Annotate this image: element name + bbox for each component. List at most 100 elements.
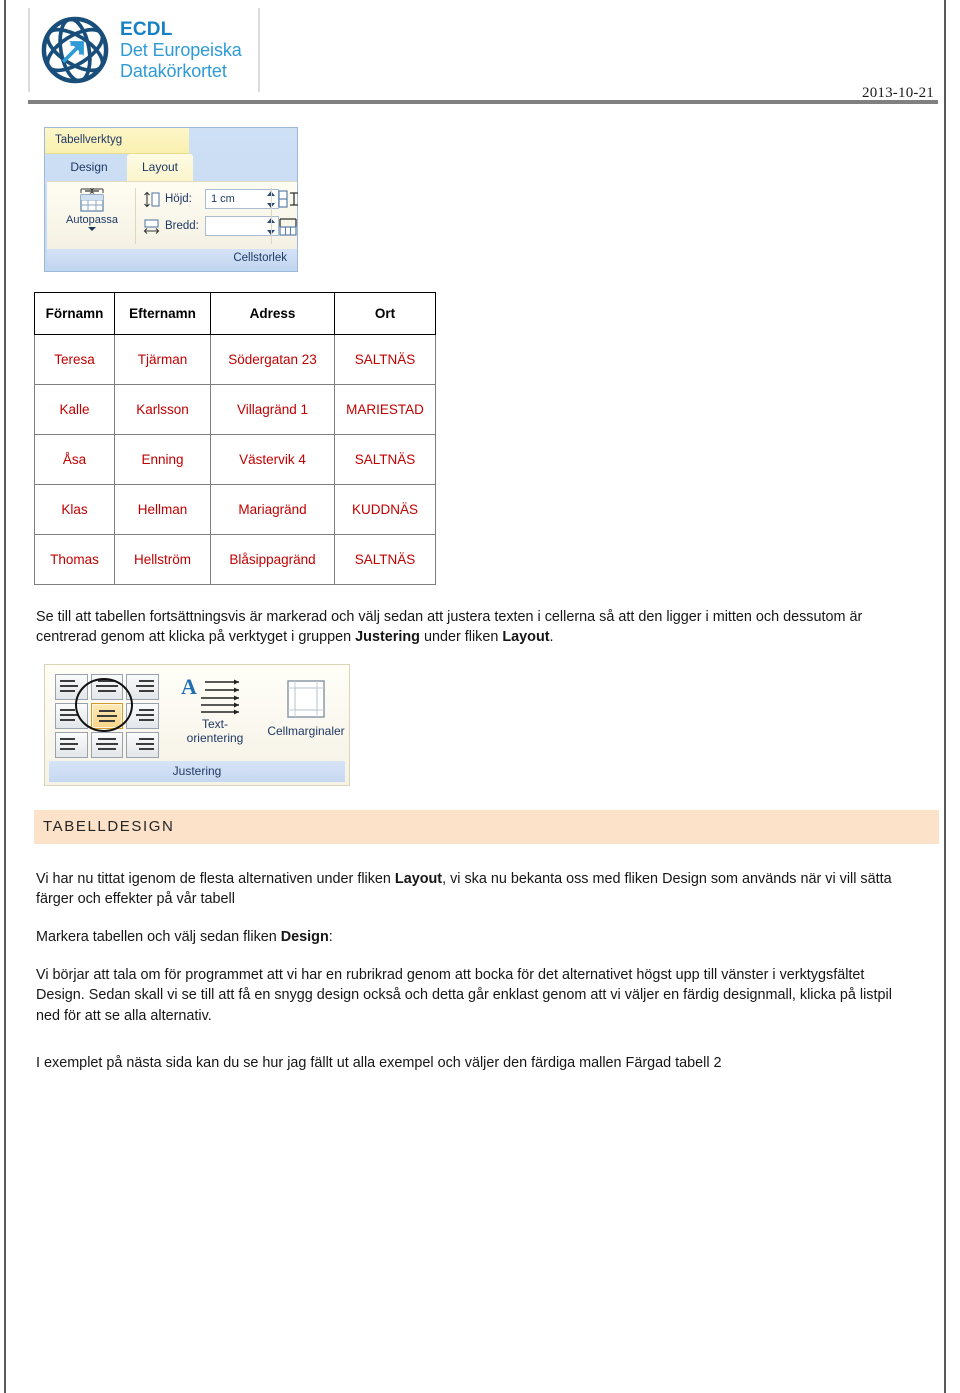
p2-part2: : (328, 929, 333, 945)
ecdl-logo: ECDL Det Europeiska Datakörkortet (28, 8, 260, 92)
autopassa-button[interactable]: Autopassa (53, 184, 131, 248)
address-table: Förnamn Efternamn Adress Ort Teresa Tjär… (34, 292, 436, 585)
p1-bold-layout: Layout (394, 871, 443, 887)
align-bottom-right-button[interactable] (126, 732, 159, 758)
section-heading-tabelldesign: TABELLDESIGN (34, 810, 939, 844)
cell-efternamn: Enning (114, 434, 211, 485)
cellstorlek-group-label: Cellstorlek (47, 249, 297, 269)
cell-fornamn: Åsa (34, 434, 115, 485)
logo-line-2: Det Europeiska (120, 40, 242, 61)
header-divider (28, 100, 938, 104)
width-label: Bredd: (165, 220, 199, 232)
ribbon-screenshot-justering: A Text- orientering Cellmarginaler Juste… (44, 664, 350, 786)
document-page: ECDL Det Europeiska Datakörkortet 2013-1… (6, 0, 944, 1393)
align-middle-center-button[interactable] (90, 703, 124, 729)
column-header-efternamn: Efternamn (114, 292, 211, 335)
cell-adress: Västervik 4 (210, 434, 335, 485)
svg-text:A: A (181, 674, 197, 699)
table-header-row: Förnamn Efternamn Adress Ort (34, 292, 436, 335)
cell-margins-icon (287, 680, 325, 718)
table-row: Klas Hellman Mariagränd KUDDNÄS (34, 484, 436, 535)
table-tools-context-label: Tabellverktyg (45, 128, 189, 154)
section-heading-text: TABELLDESIGN (43, 818, 175, 835)
para-bold-justering: Justering (355, 629, 420, 646)
tab-layout[interactable]: Layout (127, 154, 193, 181)
group-divider-2 (271, 188, 272, 244)
cell-fornamn: Kalle (34, 384, 115, 435)
cell-margins-label: Cellmarginaler (267, 724, 345, 738)
height-value: 1 cm (211, 193, 235, 205)
ribbon-tab-strip: Design Layout (45, 154, 299, 181)
cell-adress: Blåsippagränd (210, 534, 335, 585)
logo-line-1: ECDL (120, 18, 173, 40)
align-middle-left-button[interactable] (55, 703, 88, 729)
align-middle-right-button[interactable] (126, 703, 159, 729)
para-text-part3: . (549, 629, 554, 646)
autopassa-label: Autopassa (66, 214, 118, 226)
cell-ort: MARIESTAD (334, 384, 436, 435)
justering-group-body: A Text- orientering Cellmarginaler (49, 668, 345, 760)
cell-efternamn: Karlsson (114, 384, 211, 435)
cell-ort: SALTNÄS (334, 534, 436, 585)
text-direction-icon: A (181, 674, 239, 715)
width-field-row: Bredd: (143, 215, 279, 237)
align-top-left-button[interactable] (55, 674, 88, 700)
distribute-columns-icon[interactable] (277, 217, 299, 237)
autofit-table-icon (80, 188, 104, 212)
cell-efternamn: Hellman (114, 484, 211, 535)
align-top-center-button[interactable] (90, 674, 124, 700)
cell-ort: KUDDNÄS (334, 484, 436, 535)
paragraph-justering-instruction: Se till att tabellen fortsättningsvis är… (36, 607, 916, 648)
cell-adress: Mariagränd (210, 484, 335, 535)
paragraph-next-page-example: I exemplet på nästa sida kan du se hur j… (36, 1055, 722, 1071)
page-right-border (944, 0, 946, 1393)
height-spinner[interactable]: 1 cm (205, 189, 279, 209)
ribbon-screenshot-cellstorlek: Tabellverktyg Design Layout Autopassa Hö… (44, 127, 298, 272)
cell-efternamn: Tjärman (114, 334, 211, 385)
para-text-part2: under fliken (419, 629, 503, 646)
ecdl-globe-arrow-logo (41, 16, 109, 84)
p1-part1: Vi har nu tittat igenom de flesta altern… (36, 871, 395, 887)
text-orientation-button[interactable]: A Text- orientering (169, 672, 261, 760)
justering-group-label: Justering (49, 761, 345, 782)
cell-adress: Södergatan 23 (210, 334, 335, 385)
p2-part1: Markera tabellen och välj sedan fliken (36, 929, 281, 945)
group-divider-1 (135, 188, 136, 244)
cell-adress: Villagränd 1 (210, 384, 335, 435)
logo-wordmark: ECDL Det Europeiska Datakörkortet (120, 19, 242, 81)
table-row: Teresa Tjärman Södergatan 23 SALTNÄS (34, 334, 436, 385)
cell-ort: SALTNÄS (334, 434, 436, 485)
document-header: ECDL Det Europeiska Datakörkortet 2013-1… (28, 6, 940, 101)
height-label: Höjd: (165, 193, 192, 205)
column-header-fornamn: Förnamn (34, 292, 115, 335)
table-row: Thomas Hellström Blåsippagränd SALTNÄS (34, 534, 436, 585)
cell-margins-button[interactable]: Cellmarginaler (263, 672, 349, 760)
cell-fornamn: Klas (34, 484, 115, 535)
height-field-row: Höjd: 1 cm (143, 188, 279, 210)
alignment-grid (55, 674, 159, 758)
cell-ort: SALTNÄS (334, 334, 436, 385)
ribbon-group-body: Autopassa Höjd: 1 cm Bredd: (47, 181, 299, 249)
text-orientation-label-line2: orientering (186, 730, 244, 745)
text-orientation-label-line1: Text- (201, 717, 228, 731)
distribute-rows-icon[interactable] (277, 189, 299, 209)
align-bottom-left-button[interactable] (55, 732, 88, 758)
paragraph-design-intro: Vi har nu tittat igenom de flesta altern… (36, 869, 916, 910)
chevron-down-icon (88, 227, 96, 231)
column-header-ort: Ort (334, 292, 436, 335)
table-row: Åsa Enning Västervik 4 SALTNÄS (34, 434, 436, 485)
paragraph-select-design-tab: Markera tabellen och välj sedan fliken D… (36, 927, 916, 947)
row-height-icon (144, 191, 160, 207)
cell-efternamn: Hellström (114, 534, 211, 585)
tab-design[interactable]: Design (53, 154, 125, 181)
align-top-right-button[interactable] (126, 674, 159, 700)
align-bottom-center-button[interactable] (90, 732, 124, 758)
p2-bold-design: Design (280, 929, 329, 945)
paragraph-rubrikrad-designmall: Vi börjar att tala om för programmet att… (36, 967, 892, 1024)
column-width-icon (143, 218, 160, 234)
cell-fornamn: Teresa (34, 334, 115, 385)
para-bold-layout: Layout (502, 629, 550, 646)
logo-line-3: Datakörkortet (120, 60, 227, 81)
width-spinner[interactable] (205, 216, 279, 236)
column-header-adress: Adress (210, 292, 335, 335)
